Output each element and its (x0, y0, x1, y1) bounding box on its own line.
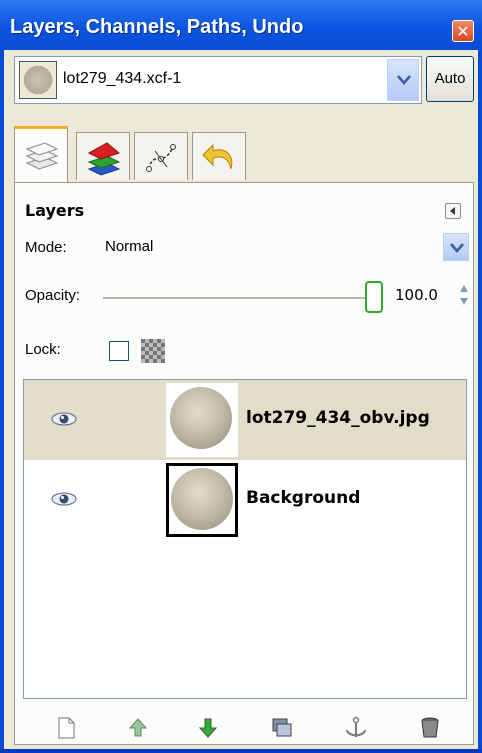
opacity-value[interactable]: 100.0 (395, 286, 438, 304)
spin-arrows-icon[interactable] (459, 283, 469, 307)
coin-image (171, 468, 233, 530)
mode-value: Normal (105, 238, 154, 255)
layer-name[interactable]: lot279_434_obv.jpg (246, 408, 430, 428)
coin-image (170, 387, 232, 449)
lock-label: Lock: (25, 341, 61, 358)
layers-list: lot279_434_obv.jpg Background (23, 379, 467, 699)
lower-layer-icon[interactable] (195, 715, 221, 741)
panel-menu-button[interactable] (445, 203, 461, 219)
layer-row[interactable]: Background (24, 460, 466, 540)
duplicate-layer-icon[interactable] (269, 715, 295, 741)
layer-thumbnail (166, 463, 238, 537)
image-selector-row: lot279_434.xcf-1 Auto (4, 50, 478, 110)
tab-layers[interactable] (14, 126, 68, 182)
paths-icon (146, 144, 176, 172)
image-combo[interactable]: lot279_434.xcf-1 (14, 56, 422, 104)
dock-client: lot279_434.xcf-1 Auto Layers Mode: Norma… (4, 50, 478, 749)
mode-select-arrow[interactable] (443, 233, 469, 261)
anchor-layer-icon[interactable] (343, 715, 369, 741)
lock-pixels-checkbox[interactable] (109, 341, 129, 361)
layer-thumbnail (166, 383, 238, 457)
tab-channels[interactable] (76, 132, 130, 180)
raise-layer-icon[interactable] (125, 715, 151, 741)
tab-paths[interactable] (134, 132, 188, 180)
undo-icon (202, 143, 233, 170)
new-layer-icon[interactable] (53, 715, 79, 741)
lock-alpha-icon[interactable] (141, 339, 165, 363)
layers-icon (25, 142, 59, 170)
delete-layer-icon[interactable] (417, 715, 443, 741)
dock-tabs (14, 124, 474, 184)
eye-icon[interactable] (50, 410, 78, 428)
image-thumbnail (19, 61, 57, 99)
tab-undo[interactable] (192, 132, 246, 180)
layers-button-bar (15, 711, 473, 745)
image-combo-arrow[interactable] (387, 59, 419, 101)
dock-window: Layers, Channels, Paths, Undo ✕ lot279_4… (0, 0, 482, 753)
close-icon: ✕ (456, 22, 470, 41)
close-button[interactable]: ✕ (452, 20, 474, 42)
layer-name[interactable]: Background (246, 488, 360, 508)
panel-title: Layers (25, 201, 85, 220)
opacity-label: Opacity: (25, 287, 81, 304)
mode-label: Mode: (25, 239, 67, 256)
mode-select[interactable]: Normal (99, 233, 469, 263)
chevron-down-icon (397, 75, 411, 85)
opacity-slider-thumb[interactable] (365, 281, 383, 313)
window-bottom-border (0, 749, 482, 753)
channels-icon (87, 142, 121, 176)
eye-icon[interactable] (50, 490, 78, 508)
opacity-slider-track[interactable] (103, 297, 373, 299)
layer-row[interactable]: lot279_434_obv.jpg (24, 380, 466, 460)
window-title: Layers, Channels, Paths, Undo (10, 16, 304, 38)
triangle-left-icon (450, 207, 455, 215)
layers-panel: Layers Mode: Normal Opacity: 100.0 Lock: (14, 182, 474, 745)
auto-button[interactable]: Auto (426, 56, 474, 102)
chevron-down-icon (450, 243, 464, 253)
image-name: lot279_434.xcf-1 (63, 70, 182, 87)
